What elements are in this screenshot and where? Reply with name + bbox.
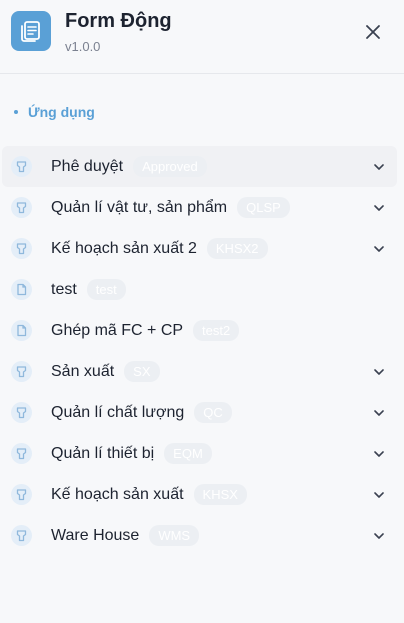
menu-item[interactable]: Quản lí chất lượng QC	[0, 392, 398, 433]
menu-item[interactable]: Kế hoạch sản xuất 2 KHSX2	[0, 228, 398, 269]
menu-item-label: Quản lí thiết bị	[51, 444, 155, 462]
menu-item-label-group: Ghép mã FC + CP test2	[51, 320, 240, 341]
app-header: Form Động v1.0.0	[0, 0, 404, 74]
menu-item[interactable]: Ghép mã FC + CP test2	[0, 310, 398, 351]
menu-item-badge: WMS	[149, 525, 200, 546]
document-stack-icon	[11, 11, 51, 51]
menu-item-label: Phê duyệt	[51, 157, 124, 175]
section-label-text: Ứng dụng	[28, 104, 95, 120]
tooth-icon	[11, 156, 32, 177]
menu-item-badge: KHSX2	[206, 238, 268, 259]
menu-item-badge: Approved	[133, 156, 207, 177]
tooth-icon	[11, 197, 32, 218]
menu-item-label-group: Phê duyệt Approved	[51, 156, 207, 177]
menu-item-label-group: Kế hoạch sản xuất KHSX	[51, 484, 247, 505]
menu-item-label-group: Quản lí chất lượng QC	[51, 402, 232, 423]
menu-item-label: Ware House	[51, 526, 140, 544]
menu-item[interactable]: Sản xuất SX	[0, 351, 398, 392]
menu-item-label: Quản lí chất lượng	[51, 403, 185, 421]
tooth-icon	[11, 443, 32, 464]
app-title: Form Động	[65, 10, 172, 32]
bullet-dot-icon	[14, 110, 18, 114]
chevron-down-icon[interactable]	[372, 242, 386, 256]
menu-item-badge: KHSX	[193, 484, 247, 505]
section-label-apps: Ứng dụng	[14, 102, 95, 122]
app-menu-list: Phê duyệt Approved Quản lí vật tư, sản phẩ…	[0, 146, 404, 556]
menu-item-badge: test2	[193, 320, 240, 341]
menu-item-label-group: Quản lí thiết bị EQM	[51, 443, 212, 464]
menu-item-badge: EQM	[164, 443, 212, 464]
chevron-down-icon[interactable]	[372, 529, 386, 543]
file-icon	[11, 279, 32, 300]
chevron-down-icon[interactable]	[372, 160, 386, 174]
menu-item-label-group: Ware House WMS	[51, 525, 200, 546]
chevron-down-icon[interactable]	[372, 447, 386, 461]
menu-item[interactable]: Quản lí thiết bị EQM	[0, 433, 398, 474]
close-icon	[366, 25, 380, 39]
menu-item-badge: QLSP	[237, 197, 290, 218]
menu-item[interactable]: Kế hoạch sản xuất KHSX	[0, 474, 398, 515]
menu-item[interactable]: test test	[0, 269, 398, 310]
menu-item-label: test	[51, 280, 77, 298]
menu-item-badge: QC	[194, 402, 232, 423]
menu-item-badge: test	[86, 279, 126, 300]
chevron-down-icon[interactable]	[372, 365, 386, 379]
menu-item-label: Sản xuất	[51, 362, 115, 380]
menu-item-label: Quản lí vật tư, sản phẩm	[51, 198, 228, 216]
menu-item-badge: SX	[124, 361, 160, 382]
file-icon	[11, 320, 32, 341]
menu-item[interactable]: Quản lí vật tư, sản phẩm QLSP	[0, 187, 398, 228]
tooth-icon	[11, 525, 32, 546]
tooth-icon	[11, 484, 32, 505]
chevron-down-icon[interactable]	[372, 406, 386, 420]
app-version: v1.0.0	[65, 39, 101, 54]
menu-item-label-group: Kế hoạch sản xuất 2 KHSX2	[51, 238, 268, 259]
tooth-icon	[11, 402, 32, 423]
tooth-icon	[11, 238, 32, 259]
chevron-down-icon[interactable]	[372, 201, 386, 215]
menu-item-label-group: test test	[51, 279, 126, 300]
menu-item-label: Kế hoạch sản xuất 2	[51, 239, 197, 257]
tooth-icon	[11, 361, 32, 382]
close-button[interactable]	[361, 20, 385, 44]
chevron-down-icon[interactable]	[372, 488, 386, 502]
menu-item-label-group: Sản xuất SX	[51, 361, 160, 382]
menu-item[interactable]: Phê duyệt Approved	[2, 146, 397, 187]
menu-item-label: Kế hoạch sản xuất	[51, 485, 184, 503]
menu-item-label-group: Quản lí vật tư, sản phẩm QLSP	[51, 197, 290, 218]
menu-item[interactable]: Ware House WMS	[0, 515, 398, 556]
menu-item-label: Ghép mã FC + CP	[51, 321, 184, 339]
